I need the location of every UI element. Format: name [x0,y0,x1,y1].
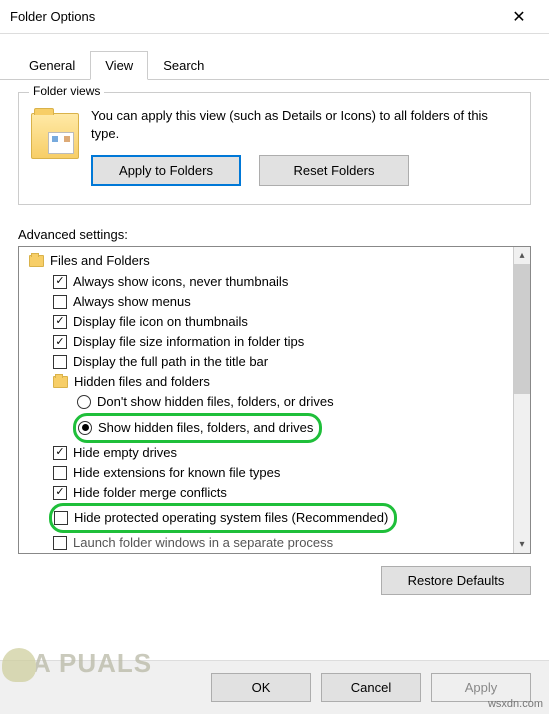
checkbox-icon[interactable] [54,511,68,525]
tree-scrollbar[interactable]: ▴ ▾ [513,247,530,553]
tree-root[interactable]: Files and Folders [21,251,511,271]
folder-icon [53,376,68,388]
tree-item[interactable]: ✓ Always show icons, never thumbnails [21,272,511,292]
titlebar: Folder Options ✕ [0,0,549,34]
watermark: A PUALS [2,648,152,682]
tree-item-label: Hide folder merge conflicts [73,483,227,503]
tree-item[interactable]: Hide protected operating system files (R… [21,503,511,533]
tree-item[interactable]: ✓ Display file icon on thumbnails [21,312,511,332]
reset-folders-button[interactable]: Reset Folders [259,155,409,186]
tree-root-label: Files and Folders [50,251,150,271]
tree-item[interactable]: Hidden files and folders [21,372,511,392]
tab-general[interactable]: General [14,51,90,80]
radio-icon[interactable] [78,421,92,435]
restore-row: Restore Defaults [18,566,531,595]
tree-item-label: Display file icon on thumbnails [73,312,248,332]
checkbox-icon[interactable] [53,536,67,550]
tree-item[interactable]: Display the full path in the title bar [21,352,511,372]
highlight-annotation: Show hidden files, folders, and drives [73,413,322,443]
watermark-text: A PUALS [32,648,152,678]
scroll-thumb[interactable] [514,264,530,394]
checkbox-icon[interactable]: ✓ [53,315,67,329]
tree-item-label: Show hidden files, folders, and drives [98,418,313,438]
tree-item[interactable]: Don't show hidden files, folders, or dri… [21,392,511,412]
restore-defaults-button[interactable]: Restore Defaults [381,566,531,595]
radio-icon[interactable] [77,395,91,409]
cancel-button[interactable]: Cancel [321,673,421,702]
folder-views-icon [31,113,79,159]
tree-item-label: Always show menus [73,292,191,312]
tab-search[interactable]: Search [148,51,219,80]
folder-views-buttons: Apply to Folders Reset Folders [91,155,518,186]
tree-item-label: Display file size information in folder … [73,332,304,352]
checkbox-icon[interactable] [53,466,67,480]
checkbox-icon[interactable] [53,295,67,309]
highlight-annotation: Hide protected operating system files (R… [49,503,397,533]
checkbox-icon[interactable]: ✓ [53,486,67,500]
window-title: Folder Options [10,9,95,24]
checkbox-icon[interactable]: ✓ [53,275,67,289]
watermark-icon [2,648,36,682]
tree-item-label: Always show icons, never thumbnails [73,272,288,292]
tab-content: Folder views You can apply this view (su… [0,80,549,603]
tree-item[interactable]: Launch folder windows in a separate proc… [21,533,511,553]
tree-item-label: Hidden files and folders [74,372,210,392]
checkbox-icon[interactable] [53,355,67,369]
folder-views-description: You can apply this view (such as Details… [91,107,518,143]
tree-item[interactable]: Show hidden files, folders, and drives [21,413,511,443]
close-icon: ✕ [512,7,525,27]
tree-item-label: Display the full path in the title bar [73,352,268,372]
tree-item[interactable]: ✓ Hide empty drives [21,443,511,463]
tree-item[interactable]: ✓ Display file size information in folder… [21,332,511,352]
tree-item-label: Don't show hidden files, folders, or dri… [97,392,334,412]
site-mark: wsxdn.com [488,698,543,710]
folder-views-group: Folder views You can apply this view (su… [18,92,531,205]
ok-button[interactable]: OK [211,673,311,702]
folder-icon [29,255,44,267]
tree-item-label: Hide empty drives [73,443,177,463]
checkbox-icon[interactable]: ✓ [53,335,67,349]
tree-item[interactable]: Always show menus [21,292,511,312]
tab-strip: General View Search [0,34,549,80]
scroll-track[interactable] [514,264,530,536]
tree-item[interactable]: ✓ Hide folder merge conflicts [21,483,511,503]
tree-item-label: Hide extensions for known file types [73,463,280,483]
apply-to-folders-button[interactable]: Apply to Folders [91,155,241,186]
tree-item-label: Launch folder windows in a separate proc… [73,533,333,553]
tree-item[interactable]: Hide extensions for known file types [21,463,511,483]
tab-view[interactable]: View [90,51,148,80]
folder-views-legend: Folder views [29,84,104,98]
tree-item-label: Hide protected operating system files (R… [74,508,388,528]
advanced-settings-label: Advanced settings: [18,227,531,242]
advanced-settings-tree[interactable]: Files and Folders ✓ Always show icons, nev… [18,246,531,554]
checkbox-icon[interactable]: ✓ [53,446,67,460]
close-button[interactable]: ✕ [499,2,539,32]
scroll-down-button[interactable]: ▾ [514,536,530,553]
folder-views-body: You can apply this view (such as Details… [91,107,518,186]
scroll-up-button[interactable]: ▴ [514,247,530,264]
